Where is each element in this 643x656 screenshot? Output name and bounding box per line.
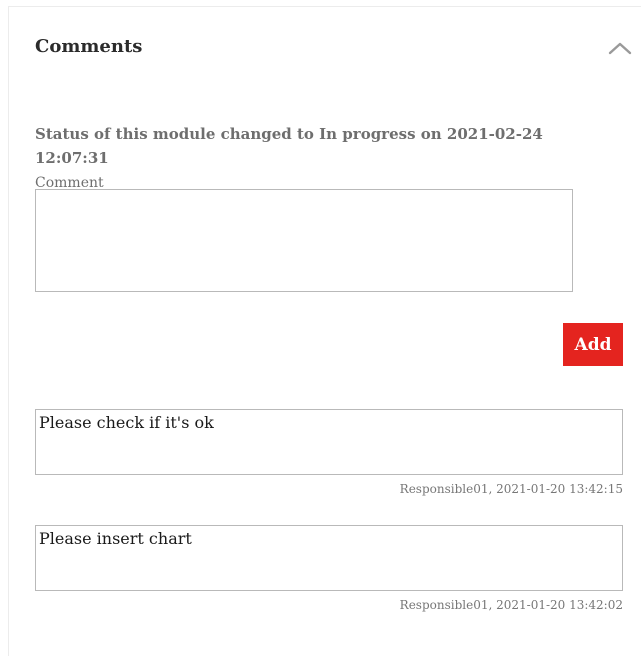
comment-text: Please check if it's ok	[35, 409, 623, 475]
comments-panel: Comments Status of this module changed t…	[8, 6, 641, 656]
status-message: Status of this module changed to In prog…	[35, 125, 543, 143]
comment-item: Please check if it's ok Responsible01, 2…	[35, 409, 623, 497]
comment-input[interactable]	[35, 189, 573, 292]
comment-meta: Responsible01, 2021-01-20 13:42:02	[399, 598, 623, 612]
panel-title: Comments	[35, 36, 143, 57]
comment-text: Please insert chart	[35, 525, 623, 591]
chevron-up-icon	[608, 42, 632, 55]
status-message-time: 12:07:31	[35, 149, 109, 167]
collapse-toggle-button[interactable]	[605, 37, 635, 59]
comment-meta: Responsible01, 2021-01-20 13:42:15	[399, 482, 623, 496]
add-comment-button[interactable]: Add	[563, 323, 623, 366]
comment-item: Please insert chart Responsible01, 2021-…	[35, 525, 623, 613]
